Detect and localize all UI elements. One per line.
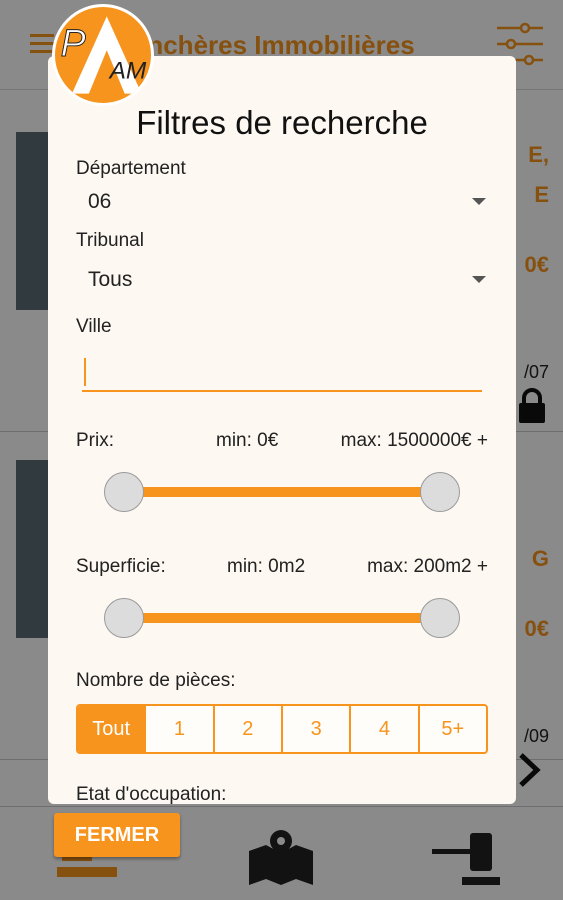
prix-min-handle[interactable] [104,472,144,512]
pieces-segmented-control: Tout 1 2 3 4 5+ [76,704,488,754]
logo-letter-p: P [61,22,86,64]
pieces-option-5plus[interactable]: 5+ [417,706,486,752]
dialog-title: Filtres de recherche [136,104,428,141]
superficie-label: Superficie: [76,556,166,577]
pieces-option-2[interactable]: 2 [212,706,281,752]
close-button[interactable]: FERMER [54,813,180,857]
ville-input[interactable] [82,348,482,392]
occupation-label: Etat d'occupation: [76,784,227,804]
tribunal-label: Tribunal [76,230,144,251]
prix-min-value: min: 0€ [216,430,279,451]
superficie-range-slider[interactable] [104,598,460,638]
dropdown-arrow-icon [472,276,486,283]
prix-range-slider[interactable] [104,472,460,512]
text-cursor [84,358,86,386]
dropdown-arrow-icon [472,198,486,205]
departement-select[interactable]: 06 [76,184,488,220]
departement-value: 06 [88,190,112,213]
departement-label: Département [76,158,186,179]
logo-mark: P AM [60,16,147,94]
slider-track [124,487,440,497]
pieces-option-1[interactable]: 1 [144,706,212,752]
filter-dialog: Filtres de recherche Département 06 Trib… [48,56,516,804]
pieces-label: Nombre de pièces: [76,670,236,691]
pieces-option-tout[interactable]: Tout [78,706,145,752]
app-logo: P AM [52,4,154,106]
superficie-min-handle[interactable] [104,598,144,638]
slider-track [124,613,440,623]
pieces-option-4[interactable]: 4 [349,706,417,752]
tribunal-select[interactable]: Tous [76,262,488,298]
superficie-max-handle[interactable] [420,598,460,638]
superficie-max-value: max: 200m2 + [367,556,488,577]
ville-label: Ville [76,316,112,337]
superficie-min-value: min: 0m2 [227,556,306,577]
prix-label: Prix: [76,430,114,451]
tribunal-value: Tous [88,268,133,291]
prix-max-handle[interactable] [420,472,460,512]
logo-letters-am: AM [108,58,147,85]
prix-max-value: max: 1500000€ + [340,430,488,451]
pieces-option-3[interactable]: 3 [280,706,349,752]
